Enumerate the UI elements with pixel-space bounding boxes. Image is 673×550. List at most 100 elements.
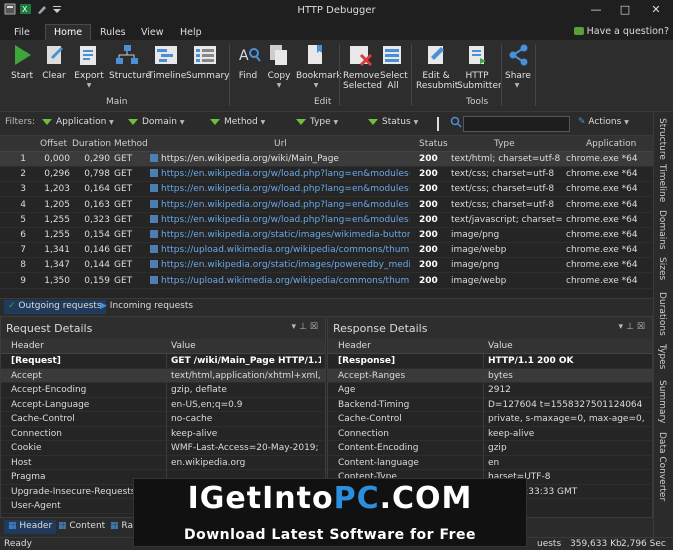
export-button[interactable]: Export ▼ — [74, 43, 104, 91]
detail-row[interactable]: Cache-Control no-cache — [1, 412, 325, 427]
detail-row[interactable]: Host en.wikipedia.org — [1, 455, 325, 470]
detail-row[interactable]: Age 2912 — [328, 383, 652, 398]
detail-value: en.wikipedia.org — [171, 457, 246, 468]
menu-rules[interactable]: Rules — [92, 25, 134, 40]
col-header-offset[interactable]: Offset — [40, 139, 67, 149]
side-tab-summary[interactable]: Summary — [657, 380, 667, 424]
timeline-button[interactable]: Timeline — [148, 43, 186, 81]
detail-row[interactable]: Content-Encoding gzip — [328, 441, 652, 456]
detail-row[interactable]: Accept text/html,application/xhtml+xml,ap… — [1, 368, 325, 383]
pin-icon[interactable]: ⊥ — [626, 322, 637, 332]
detail-row[interactable]: Backend-Timing D=127604 t=155832750112406… — [328, 397, 652, 412]
copy-button[interactable]: Copy ▼ — [266, 43, 292, 91]
request-col-header[interactable]: Header — [11, 341, 44, 351]
close-icon[interactable]: ☒ — [637, 322, 648, 332]
detail-row[interactable]: Cookie WMF-Last-Access=20-May-2019; WM... — [1, 441, 325, 456]
filter-application[interactable]: Application ▼ — [42, 117, 114, 127]
find-button[interactable]: A Find — [236, 43, 261, 81]
select-all-button[interactable]: Select All — [380, 43, 408, 91]
side-tab-timeline[interactable]: Timeline — [657, 164, 667, 202]
share-button[interactable]: Share ▼ — [505, 43, 531, 91]
menu-view[interactable]: View — [133, 25, 172, 40]
table-row[interactable]: 2 0,296 0,798 GET https://en.wikipedia.org/w… — [0, 167, 653, 183]
side-tab-durations[interactable]: Durations — [657, 292, 667, 336]
col-header-url[interactable]: Url — [274, 139, 287, 149]
cell-url: https://en.wikipedia.org/wiki/Main_Page — [150, 154, 410, 164]
col-header-application[interactable]: Application — [586, 139, 636, 149]
edit-resubmit-label-1: Edit & — [422, 71, 450, 81]
http-submitter-label-2: Submitter — [457, 81, 502, 91]
table-row[interactable]: 6 1,255 0,154 GET https://en.wikipedia.org/s… — [0, 228, 653, 243]
cell-url: https://en.wikipedia.org/w/load.php?lang… — [150, 214, 410, 225]
side-tab-data-converter[interactable]: Data Converter — [657, 432, 667, 501]
table-row[interactable]: 3 1,203 0,164 GET https://en.wikipedia.org/w… — [0, 182, 653, 198]
detail-row[interactable]: Accept-Ranges bytes — [328, 368, 652, 383]
bookmark-button[interactable]: Bookmark ▼ — [296, 43, 342, 91]
menu-home[interactable]: Home — [45, 24, 92, 40]
dropdown-icon[interactable]: ▾ — [292, 322, 300, 332]
cell-status: 200 — [419, 184, 447, 194]
detail-row[interactable]: Cache-Control private, s-maxage=0, max-ag… — [328, 412, 652, 427]
side-tab-structure[interactable]: Structure — [657, 118, 667, 160]
detail-row[interactable]: Content-language en — [328, 455, 652, 470]
column-divider — [483, 426, 484, 440]
tab-header[interactable]: ▦ Header — [4, 520, 57, 534]
requests-grid: Offset Duration Method Url Status Type A… — [0, 136, 653, 298]
detail-row[interactable]: Accept-Language en-US,en;q=0.9 — [1, 397, 325, 412]
detail-row[interactable]: [Response] HTTP/1.1 200 OK — [328, 354, 652, 369]
cell-type: text/css; charset=utf-8 — [451, 200, 563, 210]
filter-type[interactable]: Type ▼ — [296, 117, 338, 127]
summary-button[interactable]: Summary — [186, 43, 230, 81]
detail-row[interactable]: Connection keep-alive — [1, 426, 325, 441]
response-col-header[interactable]: Header — [338, 341, 371, 351]
cell-index: 5 — [0, 215, 26, 225]
maximize-button[interactable]: □ — [614, 3, 636, 19]
tab-outgoing-requests[interactable]: ✓ Outgoing requests — [4, 300, 106, 314]
structure-button[interactable]: Structure — [109, 43, 151, 81]
edit-resubmit-button[interactable]: Edit & Resubmit — [416, 43, 458, 91]
detail-row[interactable]: Connection keep-alive — [328, 426, 652, 441]
table-row[interactable]: 4 1,205 0,163 GET https://en.wikipedia.org/w… — [0, 198, 653, 213]
menu-file[interactable]: File — [6, 25, 38, 40]
http-submitter-icon — [464, 43, 490, 67]
filter-status[interactable]: Status ▼ — [368, 117, 418, 127]
tab-content[interactable]: ▦ Content — [54, 520, 109, 534]
col-header-method[interactable]: Method — [114, 139, 148, 149]
remove-selected-button[interactable]: Remove Selected — [343, 43, 382, 91]
col-header-type[interactable]: Type — [494, 139, 515, 149]
pin-icon[interactable]: ⊥ — [299, 322, 310, 332]
detail-row[interactable]: [Request] GET /wiki/Main_Page HTTP/1.1 — [1, 354, 325, 369]
detail-key: Age — [338, 385, 356, 395]
side-tab-domains[interactable]: Domains — [657, 210, 667, 250]
filter-domain[interactable]: Domain ▼ — [128, 117, 184, 127]
table-row[interactable]: 5 1,255 0,323 GET https://en.wikipedia.org/w… — [0, 213, 653, 228]
close-button[interactable]: ✕ — [645, 3, 667, 19]
close-icon[interactable]: ☒ — [310, 322, 321, 332]
clear-button[interactable]: Clear — [40, 43, 68, 81]
detail-row[interactable]: Accept-Encoding gzip, deflate — [1, 383, 325, 398]
side-tab-sizes[interactable]: Sizes — [657, 257, 667, 280]
start-button[interactable]: Start — [8, 43, 36, 81]
filter-search-input[interactable] — [463, 116, 570, 132]
table-row[interactable]: 7 1,341 0,146 GET https://upload.wikimedia.o… — [0, 243, 653, 259]
table-row[interactable]: 9 1,350 0,159 GET https://upload.wikimedia.o… — [0, 274, 653, 289]
cell-type: image/png — [451, 230, 563, 240]
table-row[interactable]: 8 1,347 0,144 GET https://en.wikipedia.org/s… — [0, 258, 653, 274]
cell-text: chrome.exe *64 — [566, 214, 638, 225]
cell-application: chrome.exe *64 — [566, 200, 650, 210]
tab-incoming-requests[interactable]: ▶ Incoming requests — [96, 300, 197, 314]
response-col-value[interactable]: Value — [488, 341, 513, 351]
cell-text: chrome.exe *64 — [566, 184, 638, 195]
minimize-button[interactable]: — — [585, 3, 607, 19]
actions-button[interactable]: ✎ Actions ▼ — [578, 117, 629, 127]
http-submitter-button[interactable]: HTTP Submitter — [457, 43, 502, 91]
have-a-question-link[interactable]: Have a question? — [573, 26, 669, 37]
col-header-duration[interactable]: Duration — [72, 139, 111, 149]
col-header-status[interactable]: Status — [419, 139, 448, 149]
request-col-value[interactable]: Value — [171, 341, 196, 351]
table-row[interactable]: 1 0,000 0,290 GET https://en.wikipedia.org/w… — [0, 152, 653, 167]
side-tab-types[interactable]: Types — [657, 344, 667, 369]
dropdown-icon[interactable]: ▾ — [619, 322, 627, 332]
menu-help[interactable]: Help — [172, 25, 210, 40]
filter-method[interactable]: Method ▼ — [210, 117, 265, 127]
